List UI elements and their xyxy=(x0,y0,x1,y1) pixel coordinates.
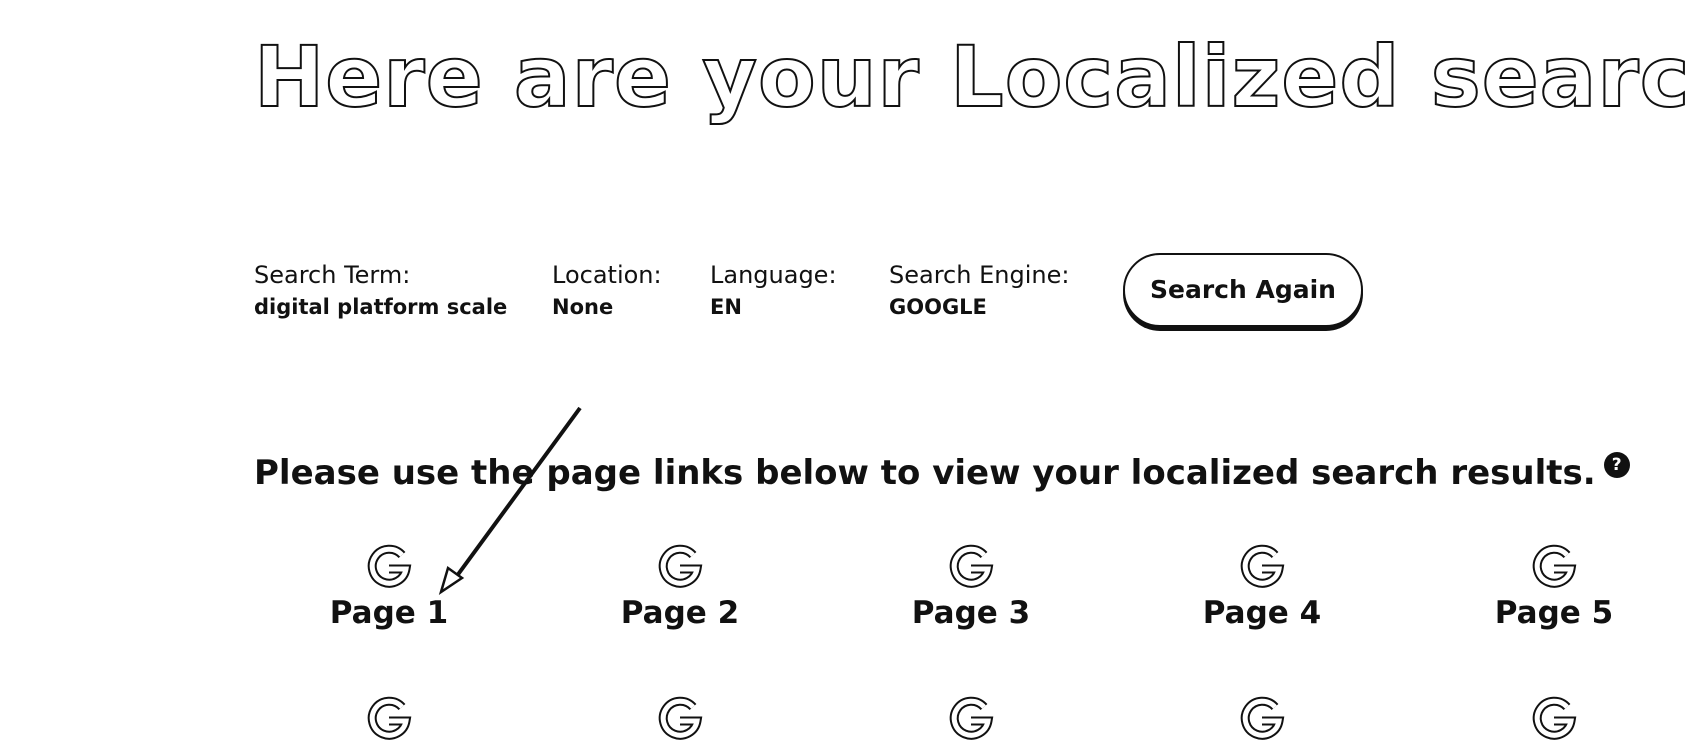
results-page: Here are your Localized search results S… xyxy=(0,0,1687,750)
page-link-5[interactable]: Page 5 xyxy=(1474,541,1634,633)
page-link-label: Page 2 xyxy=(620,595,740,631)
page-link-4[interactable]: Page 4 xyxy=(1182,541,1342,633)
google-icon xyxy=(1240,544,1285,588)
instruction-text: Please use the page links below to view … xyxy=(254,448,1630,498)
search-engine-block: Search Engine: GOOGLE xyxy=(889,258,1069,322)
page-link-6[interactable] xyxy=(309,693,469,745)
location-block: Location: None xyxy=(552,258,662,322)
language-label: Language: xyxy=(710,261,837,289)
page-title-text: Here are your Localized search results xyxy=(253,27,1687,127)
google-icon xyxy=(1240,696,1285,740)
page-link-1[interactable]: Page 1 xyxy=(309,541,469,633)
google-icon xyxy=(1532,696,1577,740)
page-link-10[interactable] xyxy=(1474,693,1634,745)
google-icon xyxy=(658,544,703,588)
search-engine-label: Search Engine: xyxy=(889,261,1070,289)
location-value: None xyxy=(552,295,614,319)
google-icon xyxy=(949,544,994,588)
google-icon xyxy=(1532,544,1577,588)
page-link-2[interactable]: Page 2 xyxy=(600,541,760,633)
search-term-label: Search Term: xyxy=(254,261,411,289)
language-block: Language: EN xyxy=(710,258,837,322)
page-link-9[interactable] xyxy=(1182,693,1342,745)
search-engine-value: GOOGLE xyxy=(889,295,987,319)
help-icon[interactable]: ? xyxy=(1603,452,1630,478)
search-again-button[interactable]: Search Again xyxy=(1123,253,1363,327)
location-label: Location: xyxy=(552,261,662,289)
google-icon xyxy=(658,696,703,740)
search-term-value: digital platform scale xyxy=(254,295,508,319)
page-link-label: Page 5 xyxy=(1494,595,1614,631)
page-link-3[interactable]: Page 3 xyxy=(891,541,1051,633)
google-icon xyxy=(367,696,412,740)
instruction-label: Please use the page links below to view … xyxy=(254,453,1596,493)
page-link-8[interactable] xyxy=(891,693,1051,745)
search-term-block: Search Term: digital platform scale xyxy=(254,258,507,322)
google-icon xyxy=(949,696,994,740)
language-value: EN xyxy=(710,295,742,319)
page-link-label: Page 1 xyxy=(329,595,449,631)
page-link-7[interactable] xyxy=(600,693,760,745)
page-title: Here are your Localized search results xyxy=(253,22,1687,132)
google-icon xyxy=(367,544,412,588)
page-link-label: Page 3 xyxy=(911,595,1031,631)
page-link-label: Page 4 xyxy=(1202,595,1322,631)
